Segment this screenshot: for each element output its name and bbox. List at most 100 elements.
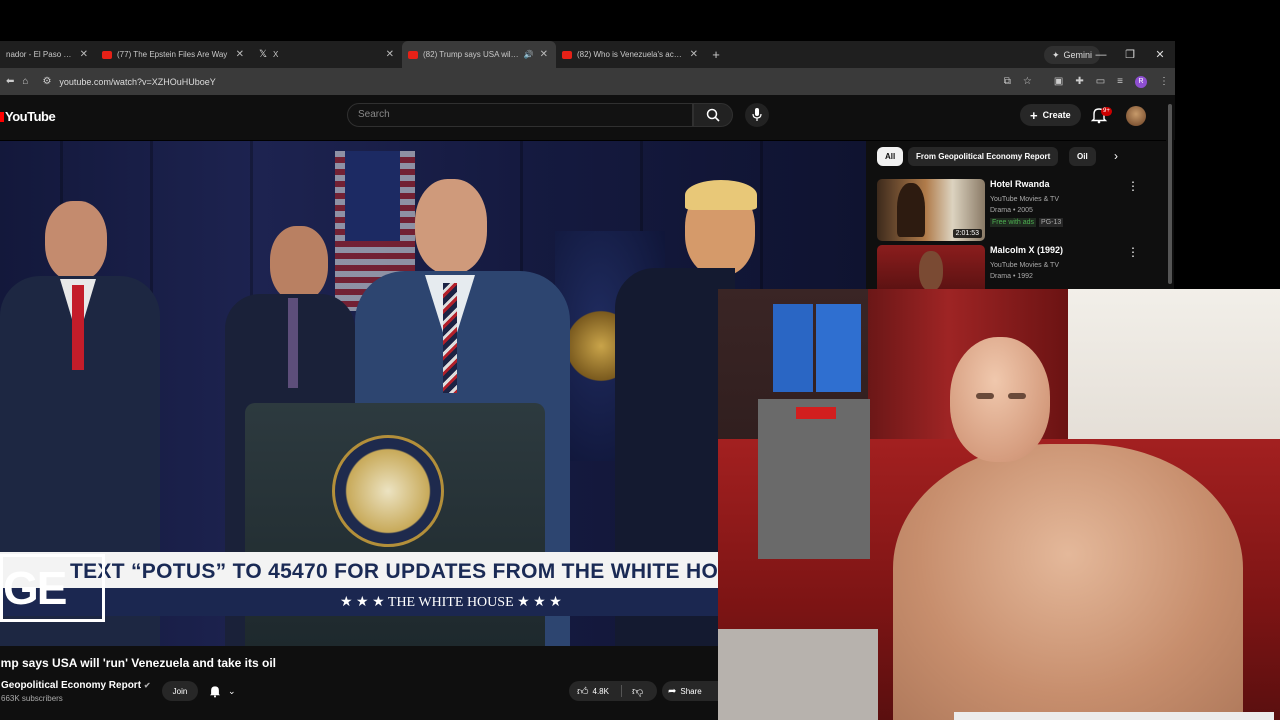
floor [718, 629, 878, 720]
search-button[interactable] [693, 103, 733, 127]
gemini-icon: ✦ [1051, 49, 1060, 60]
tab-close-icon[interactable]: ✕ [386, 49, 394, 60]
maximize-icon[interactable]: ❐ [1115, 41, 1145, 68]
scrollbar-thumb[interactable] [1168, 104, 1172, 284]
toolbar-icons: ⧉ ☆ ▣ ✚ ▭ ≡ R ⋮ [1004, 68, 1169, 95]
microphone-icon [752, 108, 762, 121]
like-button[interactable]: 👍︎ 4.8K [569, 685, 621, 698]
tab-close-icon[interactable]: ✕ [236, 49, 244, 60]
subscriber-count: 663K subscribers [1, 694, 63, 703]
thumbnail-figure [919, 251, 943, 289]
recommendation-title[interactable]: Malcolm X (1992) [990, 245, 1063, 255]
tab-close-icon[interactable]: ✕ [690, 49, 698, 60]
search-icon [706, 108, 720, 122]
video-thumbnail[interactable] [877, 245, 985, 289]
white-house-banner-text: ★ ★ ★ THE WHITE HOUSE ★ ★ ★ [340, 595, 562, 610]
tab-close-icon[interactable]: ✕ [80, 49, 88, 60]
sticker-red [796, 407, 836, 419]
more-options-icon[interactable]: ⋮ [1127, 179, 1139, 193]
person-head [950, 337, 1050, 462]
screen: nador - El Paso Del Gr ✕ (77) The Epstei… [0, 0, 1280, 720]
menu-icon[interactable]: ⋮ [1159, 76, 1169, 87]
verified-icon: ✔ [143, 681, 151, 690]
thumbnail-figure [897, 183, 925, 237]
box-blue-right [816, 304, 861, 392]
like-count: 4.8K [592, 686, 609, 696]
share-arrow-icon: ➦ [668, 685, 677, 697]
back-icon[interactable]: ⬅ [6, 76, 14, 87]
recommendation-item[interactable]: Malcolm X (1992) YouTube Movies & TV Dra… [877, 245, 1157, 289]
share-button[interactable]: ➦ Share [662, 681, 718, 701]
speaker-icon[interactable]: 🔊 [524, 50, 534, 59]
search-input[interactable]: Search [347, 103, 693, 127]
join-button[interactable]: Join [162, 681, 198, 701]
account-avatar[interactable] [1126, 106, 1146, 126]
browser-tab[interactable]: 𝕏 X ✕ [252, 41, 402, 68]
rating-badge: PG-13 [1039, 218, 1064, 227]
recommendation-title[interactable]: Hotel Rwanda [990, 179, 1050, 189]
tab-search-icon[interactable]: ▣ [1054, 76, 1063, 87]
video-title: Trump says USA will 'run' Venezuela and … [0, 656, 277, 670]
browser-tab-bar: nador - El Paso Del Gr ✕ (77) The Epstei… [0, 41, 1175, 68]
box-blue-left [773, 304, 813, 392]
browser-tab-active[interactable]: (82) Trump says USA will 'ru 🔊 ✕ [402, 41, 556, 68]
video-thumbnail[interactable]: 2:01:53 [877, 179, 985, 241]
extensions-icon[interactable]: ✚ [1075, 76, 1083, 87]
recommendation-meta: Drama • 2005 [990, 207, 1033, 214]
video-duration: 2:01:53 [952, 229, 982, 238]
person-torso [893, 444, 1243, 720]
youtube-play-icon [0, 112, 4, 122]
tab-title: X [273, 50, 279, 59]
chip-all[interactable]: All [877, 147, 904, 166]
new-tab-button[interactable]: + [706, 47, 726, 62]
person-eye-right [1008, 393, 1026, 399]
channel-name-text[interactable]: Geopolitical Economy Report [1, 680, 141, 691]
subscription-bell-button[interactable]: ⌄ [208, 681, 248, 701]
bookmark-star-icon[interactable]: ☆ [1023, 76, 1032, 87]
site-info-icon[interactable]: ⚙ [42, 76, 51, 87]
reading-list-icon[interactable]: ≡ [1117, 76, 1123, 87]
create-label: Create [1042, 110, 1071, 120]
channel-watermark: GE [0, 554, 105, 622]
page-scrollbar[interactable] [1166, 100, 1174, 290]
chip-oil[interactable]: Oil [1069, 147, 1096, 166]
bell-icon [209, 686, 221, 698]
notification-count-badge: 9+ [1101, 107, 1112, 116]
thumbs-up-icon: 👍︎ [577, 685, 589, 698]
dislike-button[interactable]: 👎︎ [622, 685, 643, 698]
browser-tab[interactable]: (82) Who is Venezuela's acting ✕ [556, 41, 706, 68]
browser-tab[interactable]: nador - El Paso Del Gr ✕ [0, 41, 96, 68]
sidebar-icon[interactable]: ▭ [1096, 76, 1105, 87]
tab-title: (82) Trump says USA will 'ru [423, 50, 520, 59]
voice-search-button[interactable] [745, 103, 769, 127]
youtube-header: YouTube Search + Create [0, 95, 1175, 140]
close-window-icon[interactable]: ✕ [1145, 41, 1175, 68]
share-label: Share [680, 686, 702, 696]
youtube-favicon-icon [102, 50, 112, 59]
chevron-right-icon[interactable]: › [1114, 149, 1118, 163]
white-wall [1048, 289, 1280, 449]
install-app-icon[interactable]: ⧉ [1004, 76, 1011, 87]
person-eye-left [976, 393, 994, 399]
create-button[interactable]: + Create [1020, 104, 1081, 126]
tab-title: (77) The Epstein Files Are Way [117, 50, 228, 59]
recommendations-sidebar: All From Geopolitical Economy Report Oil… [866, 141, 1166, 289]
youtube-logo-text: YouTube [5, 109, 56, 124]
url-field[interactable]: youtube.com/watch?v=XZHOuHUboeY [59, 77, 215, 87]
home-icon[interactable]: ⌂ [22, 76, 28, 87]
webcam-overlay [718, 289, 1280, 720]
more-options-icon[interactable]: ⋮ [1127, 245, 1139, 259]
badges: Free with ads PG-13 [990, 218, 1064, 227]
youtube-logo[interactable]: YouTube [0, 109, 56, 124]
tab-close-icon[interactable]: ✕ [540, 49, 548, 60]
channel-name[interactable]: Geopolitical Economy Report ✔ [1, 680, 151, 691]
browser-tab[interactable]: (77) The Epstein Files Are Way ✕ [96, 41, 252, 68]
recommendation-item[interactable]: 2:01:53 Hotel Rwanda YouTube Movies & TV… [877, 179, 1157, 241]
chevron-down-icon: ⌄ [228, 685, 236, 696]
lower-third-text: TEXT “POTUS” TO 45470 FOR UPDATES FROM T… [70, 560, 718, 583]
x-favicon-icon: 𝕏 [258, 48, 268, 60]
tab-title: nador - El Paso Del Gr [6, 50, 74, 59]
chip-from-channel[interactable]: From Geopolitical Economy Report [908, 147, 1059, 166]
profile-avatar[interactable]: R [1135, 75, 1147, 88]
minimize-icon[interactable]: — [1086, 41, 1116, 68]
